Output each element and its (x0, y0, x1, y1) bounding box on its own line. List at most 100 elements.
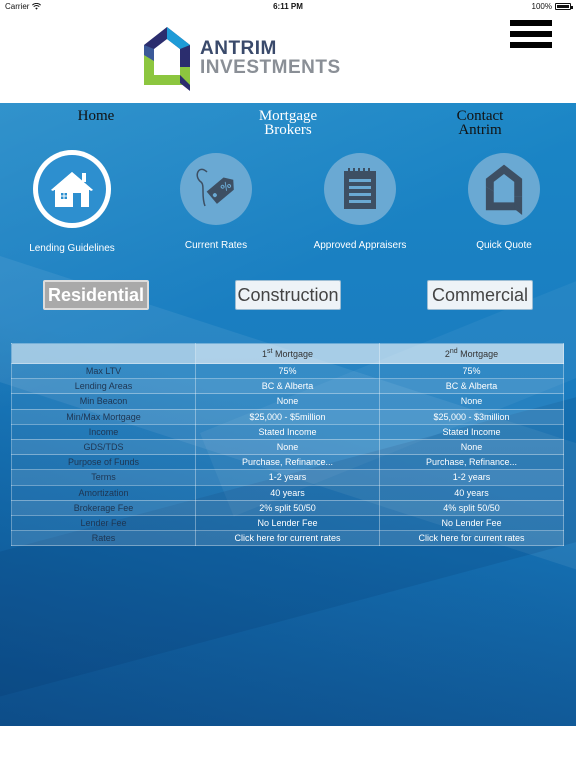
status-bar: Carrier 6:11 PM 100% (0, 0, 576, 14)
table-header-second-mortgage: 2nd Mortgage (379, 343, 564, 364)
tile-circle-inner (38, 155, 106, 223)
tile-label: Approved Appraisers (313, 240, 407, 251)
main-panel: Home Mortgage Brokers Contact Antrim Len… (0, 103, 576, 726)
second-mortgage-cell: 4% split 50/50 (379, 499, 564, 516)
nav-contact-antrim-link[interactable]: Contact Antrim (410, 108, 550, 138)
first-mortgage-cell: Click here for current rates (195, 530, 380, 547)
row-label: Lending Areas (11, 378, 196, 395)
tile-label: Quick Quote (476, 240, 532, 251)
header: ANTRIM INVESTMENTS (0, 14, 576, 103)
logo-mark-icon (144, 27, 190, 91)
row-label: Terms (11, 469, 196, 486)
status-right: 100% (531, 2, 573, 11)
tile-circle (324, 153, 396, 225)
logo-text: ANTRIM INVESTMENTS (200, 39, 341, 77)
first-mortgage-cell: None (195, 393, 380, 410)
second-mortgage-cell: Stated Income (379, 423, 564, 440)
current-rates-link[interactable]: Click here for current rates (234, 533, 340, 543)
first-mortgage-cell: $25,000 - $5million (195, 408, 380, 425)
first-mortgage-cell: Purchase, Refinance... (195, 454, 380, 471)
table-row: Brokerage Fee 2% split 50/50 4% split 50/5… (11, 499, 564, 516)
first-mortgage-cell: 40 years (195, 484, 380, 501)
menu-bar-icon (510, 42, 552, 48)
nav-mortgage-brokers-link[interactable]: Mortgage Brokers (218, 108, 358, 138)
second-mortgage-cell: No Lender Fee (379, 514, 564, 532)
table-row: Min/Max Mortgage $25,000 - $5million $25,0… (11, 408, 564, 425)
table-row: Terms 1-2 years 1-2 years (11, 469, 564, 486)
house-icon (51, 172, 93, 207)
construction-button[interactable]: Construction (235, 280, 341, 310)
tile-circle (33, 150, 111, 228)
tile-lending-guidelines[interactable]: Lending Guidelines (0, 150, 144, 254)
first-mortgage-cell: No Lender Fee (195, 514, 380, 532)
second-mortgage-cell: 75% (379, 362, 564, 380)
nav-contact-line-2: Antrim (458, 122, 502, 138)
second-mortgage-cell: None (379, 393, 564, 410)
row-label: Min/Max Mortgage (11, 408, 196, 425)
second-mortgage-cell: BC & Alberta (379, 378, 564, 395)
second-mortgage-cell: 1-2 years (379, 469, 564, 486)
menu-bar-icon (510, 20, 552, 26)
table-row: Purpose of Funds Purchase, Refinance... Pu… (11, 454, 564, 471)
second-mortgage-cell: Purchase, Refinance... (379, 454, 564, 471)
second-mortgage-cell: None (379, 438, 564, 456)
hamburger-menu-button[interactable] (510, 20, 552, 50)
row-label: Lender Fee (11, 514, 196, 532)
current-rates-link[interactable]: Click here for current rates (418, 533, 524, 543)
table-row: Max LTV 75% 75% (11, 362, 564, 380)
price-tag-icon: % (196, 168, 234, 207)
notepad-icon (344, 168, 376, 209)
residential-button[interactable]: Residential (43, 280, 149, 310)
nav-home-label: Home (77, 108, 115, 124)
table-row: Min Beacon None None (11, 393, 564, 410)
table-row: GDS/TDS None None (11, 438, 564, 456)
logo-line-1: ANTRIM (200, 38, 277, 59)
tile-current-rates[interactable]: % Current Rates (144, 153, 288, 251)
table-header-empty (11, 343, 196, 364)
status-time: 6:11 PM (273, 2, 303, 11)
nav-brokers-line-1: Mortgage (258, 108, 318, 124)
table-row: Lender Fee No Lender Fee No Lender Fee (11, 514, 564, 532)
nav-home-link[interactable]: Home (26, 108, 166, 124)
row-label: Purpose of Funds (11, 454, 196, 471)
first-mortgage-cell: Stated Income (195, 423, 380, 440)
row-label: Amortization (11, 484, 196, 501)
tile-circle: % (180, 153, 252, 225)
commercial-button[interactable]: Commercial (427, 280, 533, 310)
row-label: Max LTV (11, 362, 196, 380)
nav-brokers-line-2: Brokers (264, 122, 312, 138)
battery-icon (555, 3, 573, 10)
tile-quick-quote[interactable]: Quick Quote (432, 153, 576, 251)
tile-approved-appraisers[interactable]: Approved Appraisers (288, 153, 432, 251)
tile-label: Current Rates (184, 240, 248, 251)
table-row: Amortization 40 years 40 years (11, 484, 564, 501)
second-mortgage-cell: $25,000 - $3million (379, 408, 564, 425)
logo-mark-icon (485, 164, 523, 215)
row-label: GDS/TDS (11, 438, 196, 456)
nav-contact-line-1: Contact (456, 108, 504, 124)
row-label: Rates (11, 530, 196, 547)
first-mortgage-cell: 2% split 50/50 (195, 499, 380, 516)
brand-logo[interactable]: ANTRIM INVESTMENTS (142, 24, 352, 92)
mortgage-comparison-table: 1st Mortgage 2nd Mortgage Max LTV 75% 75% L… (11, 343, 564, 547)
row-label: Income (11, 423, 196, 440)
tile-label: Lending Guidelines (29, 243, 115, 254)
table-body: Max LTV 75% 75% Lending Areas BC & Alberta BC… (11, 362, 564, 547)
first-mortgage-cell: None (195, 438, 380, 456)
footer (0, 726, 576, 768)
table-row: Lending Areas BC & Alberta BC & Alberta (11, 378, 564, 395)
header-label: Mortgage (272, 349, 313, 359)
first-mortgage-cell: 1-2 years (195, 469, 380, 486)
menu-bar-icon (510, 31, 552, 37)
header-sup: nd (449, 348, 458, 355)
tile-circle (468, 153, 540, 225)
second-mortgage-cell: Click here for current rates (379, 530, 564, 547)
row-label: Min Beacon (11, 393, 196, 410)
table-header-row: 1st Mortgage 2nd Mortgage (11, 343, 564, 364)
battery-percent: 100% (531, 2, 552, 11)
table-header-first-mortgage: 1st Mortgage (195, 343, 380, 364)
header-label: Mortgage (457, 349, 499, 359)
logo-line-2: INVESTMENTS (200, 57, 341, 78)
first-mortgage-cell: BC & Alberta (195, 378, 380, 395)
table-row: Rates Click here for current rates Click h… (11, 530, 564, 547)
